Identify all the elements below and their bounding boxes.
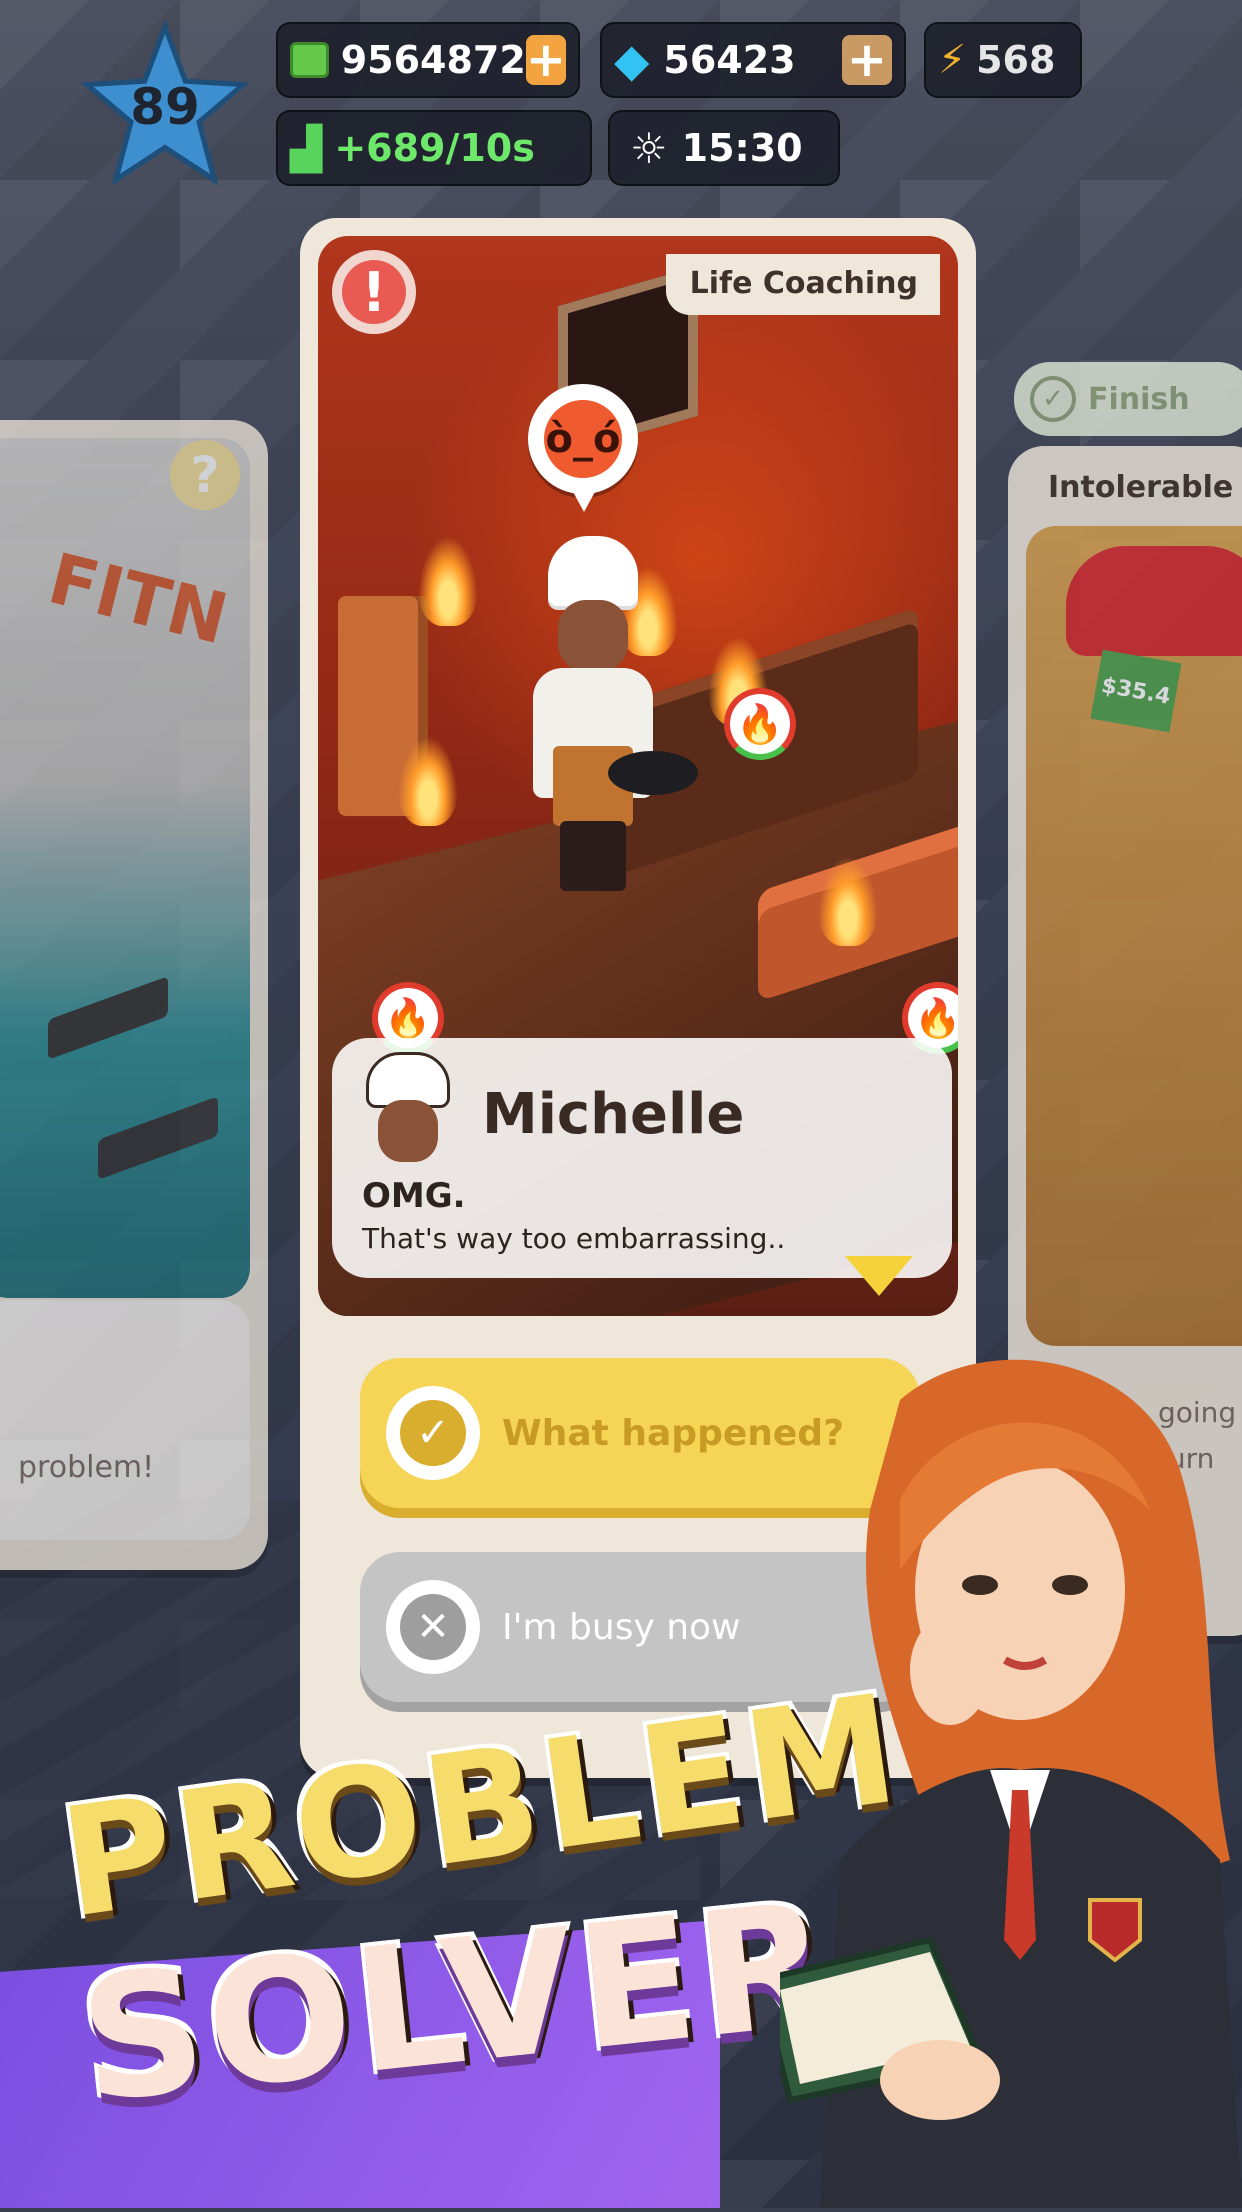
dialog-line-2: That's way too embarrassing.. (362, 1222, 786, 1255)
fitness-sign: FITN (40, 537, 236, 661)
event-card-fitness[interactable]: FITN ? problem! (0, 420, 268, 1570)
price-tag: $35.4 (1090, 649, 1182, 733)
fitness-scene: FITN (0, 438, 250, 1298)
red-car (1066, 546, 1242, 656)
busy-now-label: I'm busy now (502, 1606, 741, 1648)
check-icon: ✓ (386, 1386, 480, 1480)
growth-chart-icon: ▟ (290, 123, 323, 173)
energy-value: 568 (976, 38, 1056, 82)
angry-emoji-bubble: ò_ó (528, 384, 638, 512)
player-level: 89 (130, 78, 200, 136)
treadmill (48, 976, 168, 1060)
dialog-next-arrow-icon[interactable] (845, 1256, 913, 1296)
gem-value: 56423 (663, 38, 796, 82)
left-dialog (0, 1300, 250, 1540)
level-star-icon[interactable]: 89 (80, 19, 250, 190)
chef-avatar (360, 1052, 456, 1162)
angry-face-icon: ò_ó (544, 400, 622, 478)
sun-icon: ☼ (630, 123, 668, 173)
question-icon: ? (170, 440, 240, 510)
chef-character[interactable] (508, 536, 698, 896)
flame (818, 856, 878, 946)
check-icon: ✓ (1030, 376, 1076, 422)
game-clock: ☼ 15:30 (608, 110, 840, 186)
speaker-name: Michelle (482, 1082, 745, 1147)
finish-label: Finish (1088, 381, 1190, 417)
cash-value: 9564872 (340, 38, 526, 82)
store-scene: $35.4 (1026, 526, 1242, 1346)
lightning-icon: ⚡ (938, 37, 967, 83)
diamond-icon: ◆ (614, 33, 650, 87)
energy-counter[interactable]: ⚡ 568 (924, 22, 1082, 98)
fire-icon[interactable]: 🔥 (724, 688, 796, 760)
treadmill (98, 1096, 218, 1180)
speech-dialog[interactable]: Michelle OMG. That's way too embarrassin… (332, 1038, 952, 1278)
finish-badge[interactable]: ✓ Finish (1014, 362, 1242, 436)
flame (398, 736, 458, 826)
add-cash-button[interactable]: + (525, 35, 566, 85)
flame (418, 536, 478, 626)
left-dialog-text: problem! (18, 1450, 155, 1485)
right-category-tag: Intolerable (1048, 470, 1234, 505)
income-value: +689/10s (334, 126, 535, 170)
dialog-line-1: OMG. (362, 1176, 466, 1216)
coach-character-illustration (756, 1340, 1242, 2208)
alert-icon: ! (332, 250, 416, 334)
add-gems-button[interactable]: + (842, 35, 892, 85)
cash-counter[interactable]: 9564872 + (276, 22, 580, 98)
cash-icon (290, 42, 329, 78)
income-rate: ▟ +689/10s (276, 110, 592, 186)
time-value: 15:30 (681, 126, 803, 170)
category-tag: Life Coaching (665, 254, 940, 315)
gem-counter[interactable]: ◆ 56423 + (600, 22, 906, 98)
close-icon: ✕ (386, 1580, 480, 1674)
